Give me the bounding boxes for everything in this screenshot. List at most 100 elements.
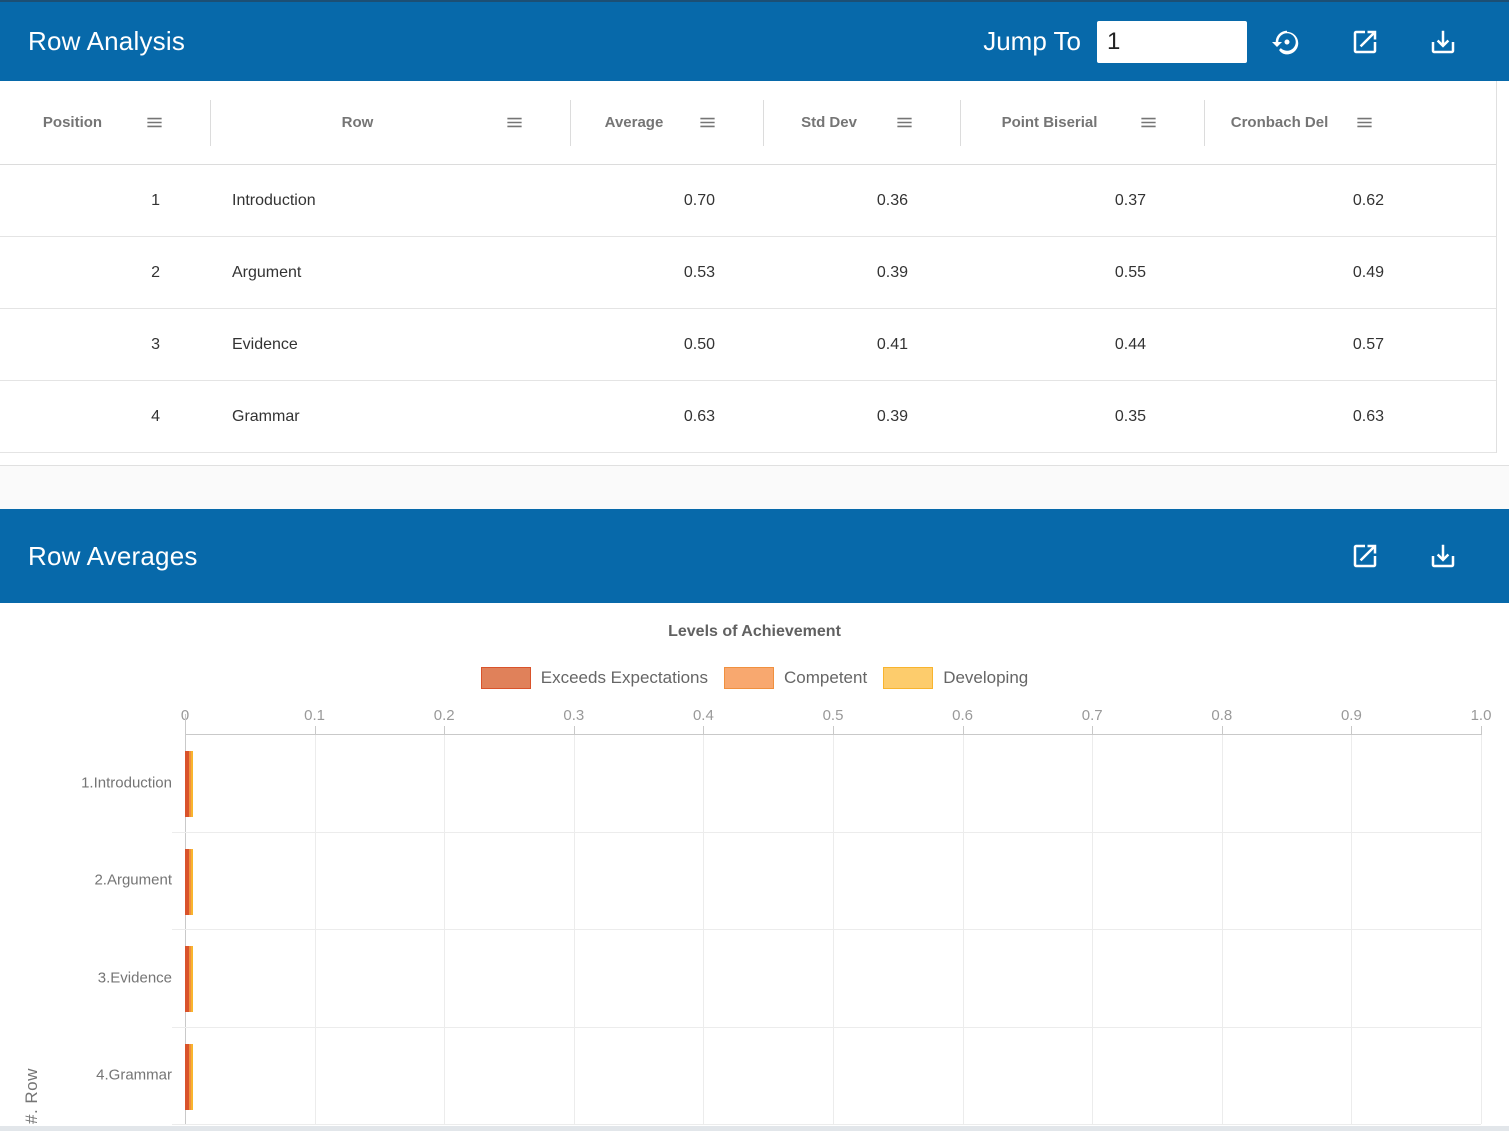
x-tick-label: 0.4 [693, 707, 714, 724]
legend-swatch [724, 667, 774, 689]
stacked-bar--grammar [185, 1044, 193, 1110]
cell-std_dev: 0.36 [763, 192, 960, 210]
x-tick-label: 0.3 [563, 707, 584, 724]
open-in-new-icon [1350, 541, 1380, 571]
cell-cronbach_del: 0.49 [1204, 264, 1420, 282]
restore-icon [1272, 27, 1302, 57]
column-menu-icon[interactable] [698, 113, 717, 132]
x-axis-tick [574, 726, 575, 735]
column-menu-icon[interactable] [505, 113, 524, 132]
horizontal-scrollbar[interactable] [0, 1126, 1509, 1131]
column-header-average[interactable]: Average [570, 81, 763, 164]
x-tick-label: 0.8 [1211, 707, 1232, 724]
category-label: 1.Introduction [0, 774, 172, 791]
x-axis-tick [1092, 726, 1093, 735]
table-row[interactable]: 1Introduction0.700.360.370.62 [0, 165, 1496, 237]
open-in-new-button[interactable] [1349, 26, 1381, 58]
x-tick-label: 0.2 [434, 707, 455, 724]
column-header-label: Std Dev [763, 114, 895, 131]
cell-average: 0.63 [570, 408, 763, 426]
category-band [185, 1028, 1481, 1126]
bar-segment-developing [191, 1044, 193, 1110]
plot-area [185, 734, 1481, 1124]
table-row[interactable]: 3Evidence0.500.410.440.57 [0, 309, 1496, 381]
legend-label: Competent [784, 668, 867, 688]
cell-row: Grammar [210, 408, 570, 426]
x-axis-tick [315, 726, 316, 735]
cell-position: 3 [0, 336, 210, 354]
x-tick-label: 0.9 [1341, 707, 1362, 724]
cell-row: Evidence [210, 336, 570, 354]
bar-segment-developing [191, 849, 193, 915]
x-axis-tick [703, 726, 704, 735]
column-menu-icon[interactable] [895, 113, 914, 132]
column-header-label: Average [570, 114, 698, 131]
jump-to-input[interactable] [1097, 21, 1247, 63]
cell-point_biserial: 0.44 [960, 336, 1204, 354]
y-axis-category-labels: 1.Introduction2.Argument3.Evidence4.Gram… [0, 734, 172, 1124]
download-icon [1428, 541, 1458, 571]
x-axis-tick-labels: 00.10.20.30.40.50.60.70.80.91.0 [185, 707, 1481, 727]
cell-average: 0.53 [570, 264, 763, 282]
legend-swatch [481, 667, 531, 689]
legend-item-competent[interactable]: Competent [724, 667, 867, 689]
panel-title-row-averages: Row Averages [28, 541, 198, 572]
column-header-cronbach_del[interactable]: Cronbach Del [1204, 81, 1420, 164]
panel-gap [0, 466, 1509, 509]
x-tick-label: 0.1 [304, 707, 325, 724]
legend-label: Developing [943, 668, 1028, 688]
table-row[interactable]: 2Argument0.530.390.550.49 [0, 237, 1496, 309]
row-averages-chart: Levels of Achievement Exceeds Expectatio… [0, 603, 1509, 1131]
x-tick-label: 0.5 [823, 707, 844, 724]
cell-row: Introduction [210, 192, 570, 210]
x-axis-tick [1222, 726, 1223, 735]
cell-point_biserial: 0.35 [960, 408, 1204, 426]
cell-row: Argument [210, 264, 570, 282]
column-header-std_dev[interactable]: Std Dev [763, 81, 960, 164]
x-tick-label: 1.0 [1471, 707, 1492, 724]
row-averages-header: Row Averages [0, 509, 1509, 603]
column-menu-icon[interactable] [1355, 113, 1374, 132]
row-analysis-toolbar: Jump To [983, 21, 1459, 63]
chart-title: Levels of Achievement [0, 603, 1509, 641]
x-axis-tick [1481, 726, 1482, 735]
cell-std_dev: 0.39 [763, 264, 960, 282]
category-label: 3.Evidence [0, 969, 172, 986]
gridline [1481, 735, 1482, 1124]
legend-item-developing[interactable]: Developing [883, 667, 1028, 689]
stacked-bar--evidence [185, 946, 193, 1012]
download-icon [1428, 27, 1458, 57]
column-header-row[interactable]: Row [210, 81, 570, 164]
column-menu-icon[interactable] [145, 113, 164, 132]
table-row[interactable]: 4Grammar0.630.390.350.63 [0, 381, 1496, 453]
stacked-bar--introduction [185, 751, 193, 817]
cell-point_biserial: 0.37 [960, 192, 1204, 210]
column-header-label: Position [0, 114, 145, 131]
cell-std_dev: 0.39 [763, 408, 960, 426]
column-header-label: Point Biserial [960, 114, 1139, 131]
cell-cronbach_del: 0.63 [1204, 408, 1420, 426]
cell-position: 1 [0, 192, 210, 210]
row-analysis-table: Position RowAverage Std Dev Point Biserial C… [0, 81, 1497, 453]
column-menu-icon[interactable] [1139, 113, 1158, 132]
open-in-new-button[interactable] [1349, 540, 1381, 572]
category-band [185, 735, 1481, 833]
category-band [185, 833, 1481, 931]
x-axis-tick [833, 726, 834, 735]
download-button[interactable] [1427, 26, 1459, 58]
cell-average: 0.70 [570, 192, 763, 210]
x-tick-label: 0.6 [952, 707, 973, 724]
stacked-bar--argument [185, 849, 193, 915]
download-button[interactable] [1427, 540, 1459, 572]
jump-to-label: Jump To [983, 26, 1081, 57]
legend-item-exceeds-expectations[interactable]: Exceeds Expectations [481, 667, 708, 689]
column-header-label: Cronbach Del [1204, 114, 1355, 131]
chart-legend: Exceeds Expectations Competent Developing [0, 667, 1509, 689]
bar-segment-developing [191, 946, 193, 1012]
cell-std_dev: 0.41 [763, 336, 960, 354]
row-averages-toolbar [1325, 540, 1459, 572]
x-tick-label: 0.7 [1082, 707, 1103, 724]
column-header-position[interactable]: Position [0, 81, 210, 164]
column-header-point_biserial[interactable]: Point Biserial [960, 81, 1204, 164]
restore-button[interactable] [1271, 26, 1303, 58]
